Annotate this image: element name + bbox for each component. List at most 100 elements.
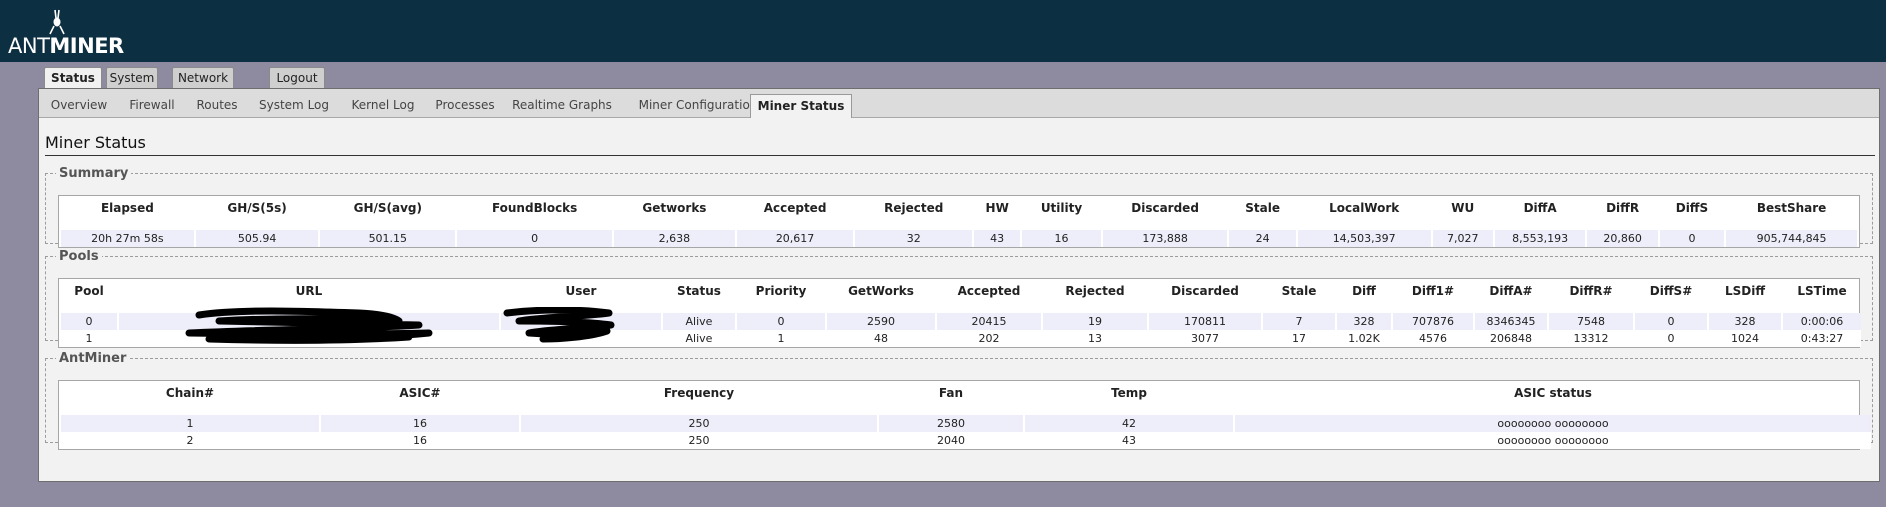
col-header: Priority	[755, 284, 807, 298]
table-cell: 16	[321, 415, 519, 432]
table-cell: 328	[1709, 313, 1781, 330]
col-header: Rejected	[1065, 284, 1125, 298]
col-header: DiffA#	[1489, 284, 1533, 298]
table-cell: 43	[1025, 432, 1233, 449]
table-cell: 20,860	[1587, 230, 1658, 247]
table-cell: 3077	[1149, 330, 1261, 347]
antminer-logo: ANTMINER	[8, 8, 128, 58]
col-header: Stale	[1245, 201, 1280, 215]
table-cell: oooooooo oooooooo	[1235, 432, 1871, 449]
subtab-kernel-log[interactable]: Kernel Log	[345, 95, 421, 115]
table-cell: 0:43:27	[1783, 330, 1861, 347]
col-header: GetWorks	[848, 284, 914, 298]
table-row: 20h 27m 58s 505.94 501.15 0 2,638 20,617…	[61, 230, 1857, 247]
col-header: Fan	[938, 386, 964, 400]
tab-logout[interactable]: Logout	[269, 67, 325, 89]
subtab-routes[interactable]: Routes	[193, 95, 241, 115]
ant-logo-icon	[49, 9, 65, 35]
col-header: LocalWork	[1329, 201, 1400, 215]
tab-network[interactable]: Network	[172, 67, 234, 89]
table-cell: 501.15	[320, 230, 456, 247]
summary-table: Elapsed GH/S(5s) GH/S(avg) FoundBlocks G…	[59, 196, 1859, 247]
tab-system[interactable]: System	[106, 67, 158, 89]
col-header: Utility	[1040, 201, 1083, 215]
pools-table-box: Pool URL User Status Priority GetWorks A…	[58, 278, 1861, 348]
table-cell: 43	[974, 230, 1021, 247]
col-header: Frequency	[663, 386, 735, 400]
col-header: Elapsed	[100, 201, 154, 215]
table-cell: 2590	[827, 313, 935, 330]
col-header: Status	[677, 284, 721, 298]
antminer-section: AntMiner Chain# ASIC# Frequency Fan Temp…	[45, 351, 1873, 450]
table-cell: 0	[61, 313, 117, 330]
table-cell: 20415	[937, 313, 1041, 330]
table-cell: 1024	[1709, 330, 1781, 347]
table-cell: 1	[61, 415, 319, 432]
col-header: FoundBlocks	[491, 201, 578, 215]
table-cell: 7,027	[1432, 230, 1493, 247]
table-cell: 48	[827, 330, 935, 347]
table-cell: 17	[1263, 330, 1335, 347]
table-cell: 250	[521, 415, 877, 432]
table-cell: 0:00:06	[1783, 313, 1861, 330]
antminer-table: Chain# ASIC# Frequency Fan Temp ASIC sta…	[59, 381, 1873, 449]
col-header: Diff	[1352, 284, 1376, 298]
col-header: DiffR#	[1569, 284, 1613, 298]
table-cell: 173,888	[1102, 230, 1228, 247]
table-cell: 2040	[879, 432, 1023, 449]
tab-status[interactable]: Status	[44, 67, 102, 90]
page-title: Miner Status	[45, 133, 1875, 156]
summary-header-row: Elapsed GH/S(5s) GH/S(avg) FoundBlocks G…	[61, 196, 1857, 220]
table-cell: 1	[61, 330, 117, 347]
table-cell: 7	[1263, 313, 1335, 330]
table-cell: 8,553,193	[1494, 230, 1586, 247]
col-header: GH/S(avg)	[353, 201, 423, 215]
col-header: HW	[985, 201, 1009, 215]
col-header: WU	[1451, 201, 1475, 215]
col-header: Temp	[1111, 386, 1147, 400]
col-header: User	[565, 284, 597, 298]
table-cell: 2,638	[614, 230, 735, 247]
table-cell: 14,503,397	[1297, 230, 1431, 247]
table-cell: 0	[457, 230, 613, 247]
table-cell: 13312	[1549, 330, 1633, 347]
col-header: Discarded	[1131, 201, 1199, 215]
col-header: LSTime	[1797, 284, 1847, 298]
col-header: Accepted	[763, 201, 827, 215]
table-cell: 250	[521, 432, 877, 449]
table-row: 2 16 250 2040 43 oooooooo oooooooo	[61, 432, 1871, 449]
subtab-miner-status[interactable]: Miner Status	[750, 94, 852, 118]
table-cell: 0	[1635, 313, 1707, 330]
table-cell: 0	[1659, 230, 1725, 247]
table-cell: 202	[937, 330, 1041, 347]
table-cell: 42	[1025, 415, 1233, 432]
subtab-system-log[interactable]: System Log	[255, 95, 333, 115]
col-header: ASIC status	[1514, 386, 1592, 400]
subtab-processes[interactable]: Processes	[429, 95, 501, 115]
pools-legend: Pools	[59, 249, 99, 264]
summary-table-box: Elapsed GH/S(5s) GH/S(avg) FoundBlocks G…	[58, 195, 1860, 248]
header-bar: ANTMINER	[0, 0, 1886, 62]
table-cell: 2	[61, 432, 319, 449]
summary-section: Summary Elapsed GH/S(5s) GH/S(avg) Found…	[45, 166, 1873, 248]
table-cell: 4576	[1393, 330, 1473, 347]
col-header: Discarded	[1171, 284, 1239, 298]
table-cell: 32	[855, 230, 973, 247]
redaction-scribble-url	[185, 307, 433, 344]
subtab-overview[interactable]: Overview	[49, 95, 109, 115]
col-header: DiffS#	[1649, 284, 1693, 298]
redaction-scribble-user	[503, 307, 615, 343]
table-cell: 13	[1043, 330, 1147, 347]
table-row: 1 16 250 2580 42 oooooooo oooooooo	[61, 415, 1871, 432]
col-header: Diff1#	[1411, 284, 1455, 298]
antminer-header-row: Chain# ASIC# Frequency Fan Temp ASIC sta…	[61, 381, 1871, 405]
table-cell: 206848	[1475, 330, 1547, 347]
table-cell: Alive	[663, 330, 735, 347]
table-cell: 2580	[879, 415, 1023, 432]
table-cell: 1.02K	[1337, 330, 1391, 347]
summary-legend: Summary	[59, 166, 129, 181]
table-cell: 8346345	[1475, 313, 1547, 330]
subtab-firewall[interactable]: Firewall	[124, 95, 180, 115]
subtab-realtime-graphs[interactable]: Realtime Graphs	[507, 95, 617, 115]
table-cell: 1	[737, 330, 825, 347]
